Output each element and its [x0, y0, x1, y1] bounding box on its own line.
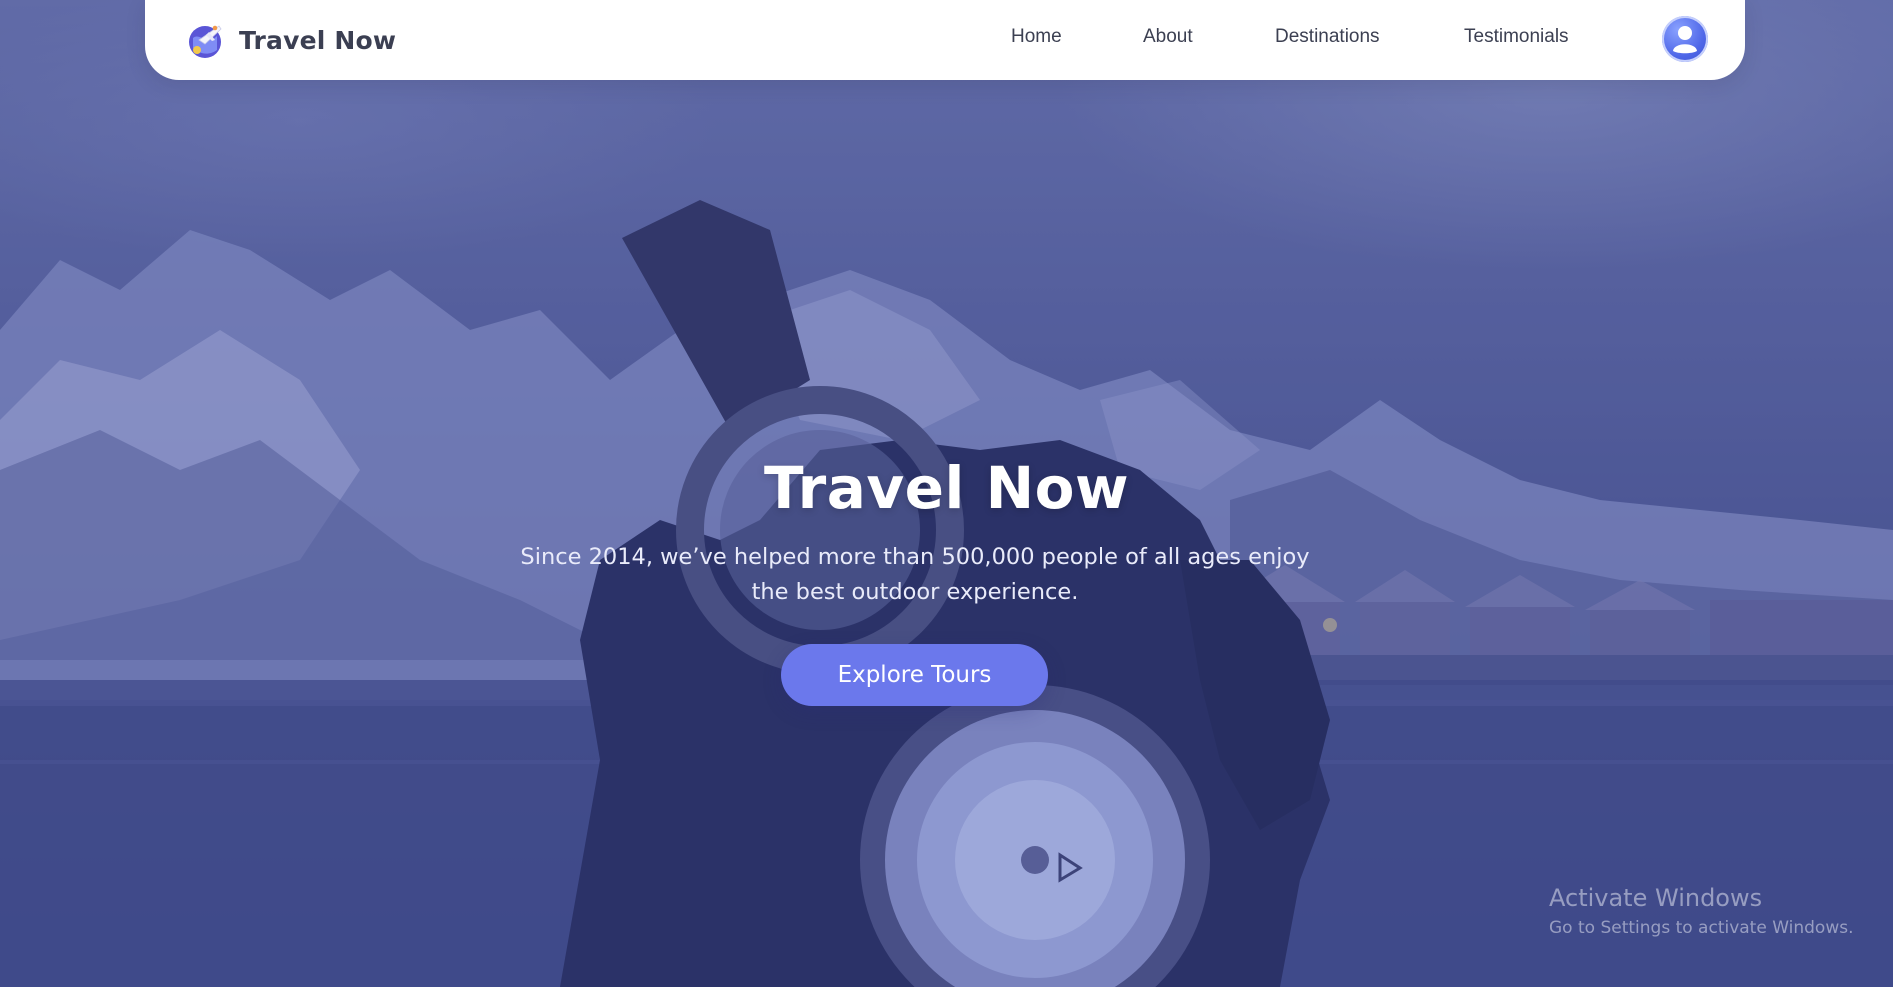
hero-subtitle: Since 2014, we’ve helped more than 500,0… [520, 544, 1310, 605]
nav-link-destinations[interactable]: Destinations [1275, 26, 1380, 48]
user-avatar-button[interactable] [1662, 16, 1708, 62]
nav-link-about[interactable]: About [1143, 26, 1193, 48]
brand-name: Travel Now [239, 25, 397, 55]
top-navbar: Travel Now Home About Destinations Testi… [145, 0, 1745, 80]
explore-tours-button[interactable]: Explore Tours [781, 644, 1048, 706]
hero-title: Travel Now [763, 454, 1130, 522]
activate-windows-subtitle: Go to Settings to activate Windows. [1549, 918, 1854, 938]
user-avatar-icon [1673, 26, 1697, 54]
airplane-globe-icon [189, 25, 222, 58]
nav-link-home[interactable]: Home [1011, 26, 1062, 48]
activate-windows-title: Activate Windows [1549, 884, 1763, 912]
nav-link-testimonials[interactable]: Testimonials [1464, 26, 1569, 48]
brand[interactable]: Travel Now [185, 18, 396, 62]
